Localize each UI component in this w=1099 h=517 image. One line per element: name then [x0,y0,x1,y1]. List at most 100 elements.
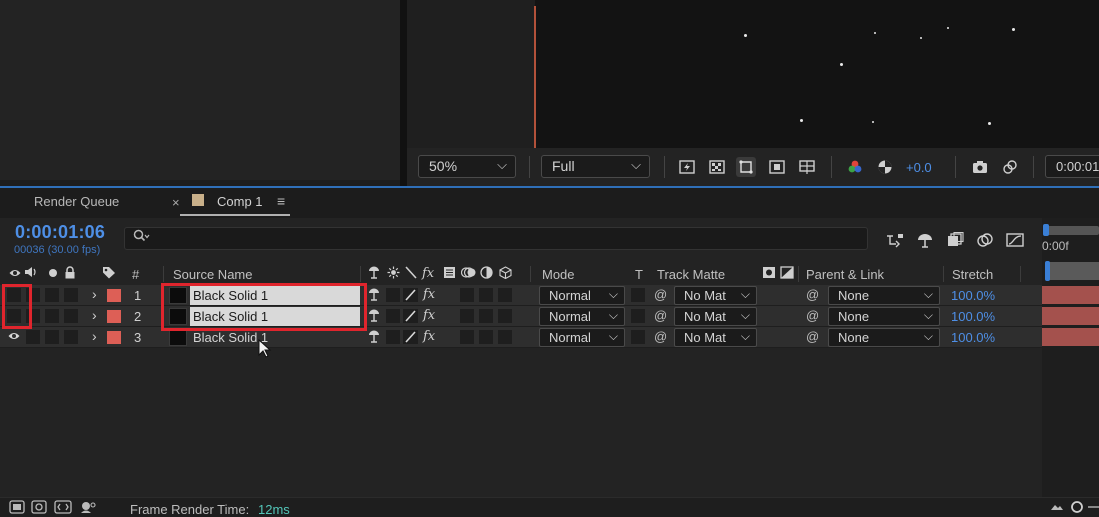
region-of-interest-icon[interactable] [767,157,787,177]
matte-pickwhip-icon[interactable]: @ [654,329,667,344]
3d-layer-cube-icon[interactable] [499,266,512,282]
video-eye-icon[interactable] [8,330,20,344]
layer-duration-bar[interactable] [1042,286,1099,304]
preserve-transparency-toggle[interactable] [631,330,645,344]
frame-blend-switch[interactable] [460,288,474,302]
layer-row-2[interactable]: › 2 Black Solid 1 fx Normal ⌵ @ No Mat ⌵… [0,306,1042,327]
frame-blend-switch[interactable] [460,309,474,323]
matte-pickwhip-icon[interactable]: @ [654,287,667,302]
lock-toggle[interactable] [64,288,78,302]
motion-blur-icon[interactable] [460,266,476,282]
frame-blend-icon[interactable] [443,266,456,282]
frame-blend-switch[interactable] [460,330,474,344]
magnification-select[interactable]: 50% ⌵ [418,155,516,178]
motion-blur-switch[interactable] [479,330,493,344]
layer-switches-toggle-icon[interactable] [9,500,25,517]
quality-slash-icon[interactable] [405,266,417,282]
show-channel-icon[interactable] [845,157,865,177]
solo-dot-icon[interactable] [48,266,58,281]
preserve-transparency-toggle[interactable] [631,309,645,323]
time-ruler-track[interactable] [1046,262,1099,280]
effects-fx-icon[interactable]: fx [423,287,435,302]
motion-blur-switch[interactable] [479,288,493,302]
draft-3d-icon[interactable] [914,229,936,251]
motion-blur-switch[interactable] [479,309,493,323]
work-area-bar[interactable] [1047,226,1099,235]
exposure-value[interactable]: +0.0 [906,160,932,175]
quality-slash-icon[interactable] [403,308,419,327]
blend-mode-select[interactable]: Normal ⌵ [539,307,625,326]
effects-fx-icon[interactable]: fx [423,308,435,323]
frame-blending-icon[interactable] [974,229,996,251]
video-eye-icon[interactable] [9,266,21,281]
collapse-switch[interactable] [386,309,400,323]
collapse-sun-icon[interactable] [387,266,400,282]
panel-divider[interactable] [400,0,407,186]
solo-toggle[interactable] [45,288,59,302]
composition-mini-flowchart-icon[interactable] [884,229,906,251]
effects-fx-icon[interactable]: fx [422,266,434,281]
matte-square-icon[interactable] [762,266,776,282]
track-matte-select[interactable]: No Mat ⌵ [674,328,757,347]
quality-slash-icon[interactable] [403,329,419,348]
parent-pickwhip-icon[interactable]: @ [806,329,819,344]
hide-shy-layers-icon[interactable] [944,229,966,251]
3d-layer-switch[interactable] [498,309,512,323]
layer-row-1[interactable]: › 1 Black Solid 1 fx Normal ⌵ @ No Mat ⌵… [0,285,1042,306]
search-icon[interactable] [133,229,151,246]
render-time-toggle-icon[interactable] [79,500,97,517]
mask-path-visibility-icon[interactable] [736,157,756,177]
expand-chevron-icon[interactable]: › [92,286,97,302]
zoom-slider-handle-icon[interactable] [1070,500,1084,517]
solo-toggle[interactable] [45,330,59,344]
current-time-display[interactable]: 0:00:01:06 [15,222,105,243]
layer-duration-bar[interactable] [1042,307,1099,325]
label-color-chip[interactable] [107,310,121,323]
column-header-mode[interactable]: Mode [542,267,575,282]
matte-pickwhip-icon[interactable]: @ [654,308,667,323]
transparency-grid-icon[interactable] [707,157,727,177]
lock-toggle[interactable] [64,309,78,323]
column-header-parent-link[interactable]: Parent & Link [806,267,884,282]
stretch-value[interactable]: 100.0% [951,288,995,303]
fast-previews-icon[interactable] [677,157,697,177]
effects-fx-icon[interactable]: fx [423,329,435,344]
panel-menu-icon[interactable]: ≡ [277,193,285,209]
zoom-slider-track[interactable] [1088,506,1099,508]
show-snapshot-icon[interactable] [1000,157,1020,177]
expand-chevron-icon[interactable]: › [92,328,97,344]
layer-row-3[interactable]: › 3 Black Solid 1 fx Normal ⌵ @ No Mat ⌵… [0,327,1042,348]
shy-switch-icon[interactable] [367,308,381,325]
parent-pickwhip-icon[interactable]: @ [806,308,819,323]
blend-mode-select[interactable]: Normal ⌵ [539,286,625,305]
parent-link-select[interactable]: None ⌵ [828,307,940,326]
in-out-duration-toggle-icon[interactable] [54,500,72,517]
reset-exposure-icon[interactable] [875,157,895,177]
preserve-transparency-toggle[interactable] [631,288,645,302]
close-icon[interactable]: × [172,195,180,210]
3d-layer-switch[interactable] [498,288,512,302]
shy-switch-icon[interactable] [367,287,381,304]
zoom-out-mountain-icon[interactable] [1050,500,1064,515]
label-tag-icon[interactable] [102,266,116,282]
collapse-switch[interactable] [386,288,400,302]
column-header-track-matte[interactable]: Track Matte [657,267,725,282]
lock-icon[interactable] [64,266,76,282]
layer-duration-bar[interactable] [1042,328,1099,346]
shy-switch-icon[interactable] [367,329,381,346]
expand-chevron-icon[interactable]: › [92,307,97,323]
tab-render-queue[interactable]: Render Queue [34,194,119,209]
column-header-stretch[interactable]: Stretch [952,267,993,282]
blend-mode-select[interactable]: Normal ⌵ [539,328,625,347]
collapse-switch[interactable] [386,330,400,344]
stretch-value[interactable]: 100.0% [951,330,995,345]
composition-canvas[interactable] [535,0,1099,148]
audio-speaker-icon[interactable] [24,266,38,281]
track-matte-select[interactable]: No Mat ⌵ [674,307,757,326]
lock-toggle[interactable] [64,330,78,344]
matte-invert-icon[interactable] [780,266,794,282]
solo-toggle[interactable] [45,309,59,323]
column-header-t[interactable]: T [635,267,643,282]
quality-slash-icon[interactable] [403,287,419,306]
work-area-start-handle[interactable] [1043,224,1049,236]
